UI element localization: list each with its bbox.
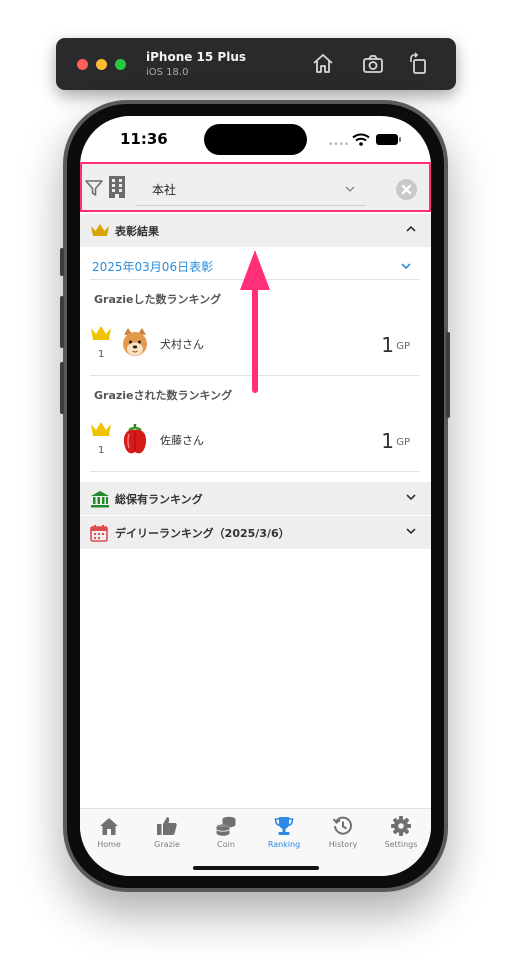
- annotation-arrow: [240, 250, 270, 393]
- screenshot-root: iPhone 15 Plus iOS 18.0 11:36 •••• 本社 表彰…: [0, 0, 511, 967]
